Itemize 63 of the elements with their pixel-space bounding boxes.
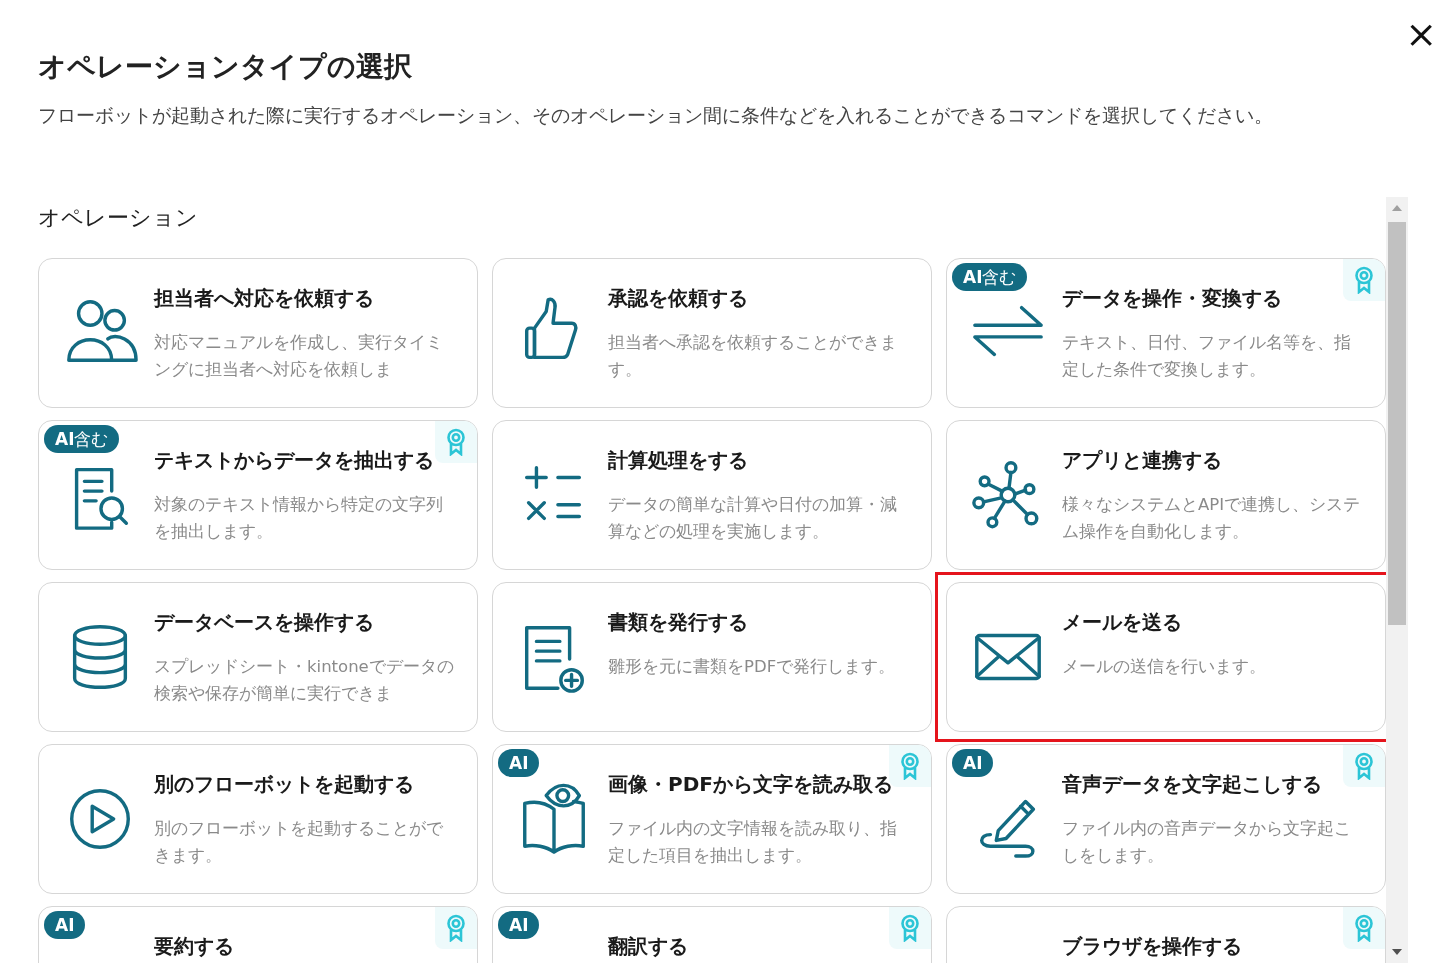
operation-card[interactable]: 承認を依頼する 担当者へ承認を依頼することができます。 — [492, 258, 932, 408]
card-description: テキスト、日付、ファイル名等を、指定した条件で変換します。 — [1062, 332, 1352, 381]
operation-card[interactable]: メールを送る メールの送信を行います。 — [946, 582, 1386, 732]
dialog-title: オペレーションタイプの選択 — [38, 49, 413, 85]
card-description: メールの送信を行います。 — [1062, 656, 1267, 678]
operation-card[interactable]: データベースを操作する スプレッドシート・kintoneでデータの検索や保存が簡単に実行できま — [38, 582, 478, 732]
ai-badge: AI — [44, 911, 86, 939]
card-title: 要約する — [154, 933, 235, 959]
dialog-description: フローボットが起動された際に実行するオペレーション、そのオペレーション間に条件などを入れることができるコマンドを選択してください。 — [38, 103, 1274, 128]
card-title: 音声データを文字起こしする — [1062, 771, 1323, 797]
card-description: ファイル内の文字情報を読み取り、指定した項目を抽出します。 — [608, 818, 898, 867]
card-title: テキストからデータを抽出する — [154, 447, 435, 473]
ribbon-award-icon — [1354, 266, 1374, 294]
card-description: データの簡単な計算や日付の加算・減算などの処理を実施します。 — [608, 494, 898, 543]
operation-card[interactable]: AI 音声データを文字起こしする ファイル内の音声データから文字起こしをします。 — [946, 744, 1386, 894]
operation-card[interactable]: AI 画像・PDFから文字を読み取る ファイル内の文字情報を読み取り、指定した項目を抽出します。 — [492, 744, 932, 894]
card-description: ファイル内の音声データから文字起こしをします。 — [1062, 818, 1352, 867]
scrollbar[interactable] — [1386, 197, 1408, 963]
card-title: 書類を発行する — [608, 609, 749, 635]
ribbon-award-icon — [446, 428, 466, 456]
card-description: スプレッドシート・kintoneでデータの検索や保存が簡単に実行できま — [154, 656, 454, 705]
operation-card[interactable]: AI含む データを操作・変換する テキスト、日付、ファイル名等を、指定した条件で変換します。 — [946, 258, 1386, 408]
ribbon-award-icon — [446, 914, 466, 942]
card-title: データを操作・変換する — [1062, 285, 1283, 311]
ai-badge: AI — [498, 911, 540, 939]
operation-card[interactable]: 担当者へ対応を依頼する 対応マニュアルを作成し、実行タイミングに担当者へ対応を依頼しま — [38, 258, 478, 408]
card-title: 別のフローボットを起動する — [154, 771, 415, 797]
ai-badge: AI — [498, 749, 540, 777]
card-description: 担当者へ承認を依頼することができます。 — [608, 332, 898, 381]
card-description: 対象のテキスト情報から特定の文字列を抽出します。 — [154, 494, 444, 543]
close-button[interactable]: × — [1401, 14, 1441, 54]
ai-badge: AI含む — [44, 425, 120, 453]
scroll-down-arrow-icon[interactable] — [1392, 949, 1402, 955]
scroll-up-arrow-icon[interactable] — [1392, 205, 1402, 211]
operation-card[interactable]: 書類を発行する 雛形を元に書類をPDFで発行します。 — [492, 582, 932, 732]
ribbon-award-icon — [1354, 752, 1374, 780]
operation-card[interactable]: AI 要約する — [38, 906, 478, 963]
card-description: 対応マニュアルを作成し、実行タイミングに担当者へ対応を依頼しま — [154, 332, 444, 381]
ai-badge: AI含む — [952, 263, 1028, 291]
scrollbar-thumb[interactable] — [1388, 222, 1406, 625]
ai-badge: AI — [952, 749, 994, 777]
card-title: 計算処理をする — [608, 447, 749, 473]
operation-card[interactable]: AI 翻訳する — [492, 906, 932, 963]
ribbon-award-icon — [900, 752, 920, 780]
card-title: データベースを操作する — [154, 609, 375, 635]
operation-card[interactable]: AI含む テキストからデータを抽出する 対象のテキスト情報から特定の文字列を抽出します。 — [38, 420, 478, 570]
operation-card[interactable]: ブラウザを操作する — [946, 906, 1386, 963]
card-description: 雛形を元に書類をPDFで発行します。 — [608, 656, 897, 678]
card-title: 画像・PDFから文字を読み取る — [608, 771, 894, 797]
card-title: ブラウザを操作する — [1062, 933, 1243, 959]
card-title: アプリと連携する — [1062, 447, 1223, 473]
card-title: 担当者へ対応を依頼する — [154, 285, 375, 311]
card-description: 別のフローボットを起動することができます。 — [154, 818, 444, 867]
operation-card[interactable]: 計算処理をする データの簡単な計算や日付の加算・減算などの処理を実施します。 — [492, 420, 932, 570]
operation-card[interactable]: 別のフローボットを起動する 別のフローボットを起動することができます。 — [38, 744, 478, 894]
card-title: 承認を依頼する — [608, 285, 749, 311]
card-description: 様々なシステムとAPIで連携し、システム操作を自動化します。 — [1062, 494, 1362, 543]
operation-card[interactable]: アプリと連携する 様々なシステムとAPIで連携し、システム操作を自動化します。 — [946, 420, 1386, 570]
ribbon-award-icon — [1354, 914, 1374, 942]
card-title: メールを送る — [1062, 609, 1183, 635]
card-title: 翻訳する — [608, 933, 689, 959]
ribbon-award-icon — [900, 914, 920, 942]
section-heading: オペレーション — [38, 204, 199, 231]
